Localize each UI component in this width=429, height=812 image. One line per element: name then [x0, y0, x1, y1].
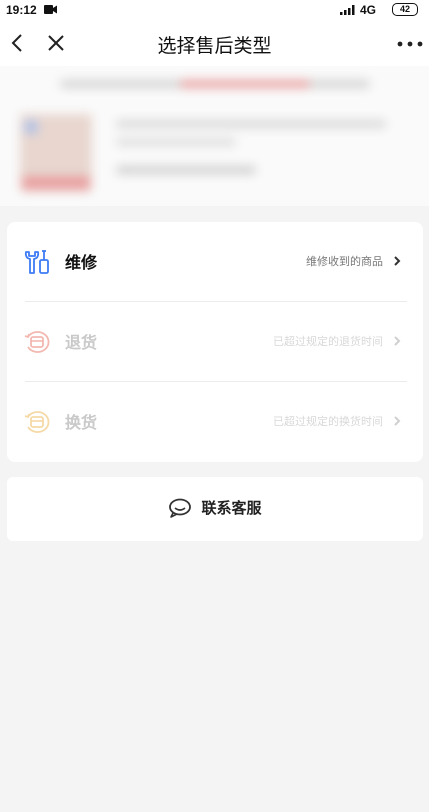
exchange-icon [24, 411, 50, 433]
option-hint: 维修收到的商品 [306, 255, 383, 268]
status-time: 19:12 [6, 3, 37, 17]
signal-icon [340, 5, 355, 15]
contact-service-button[interactable]: 联系客服 [7, 477, 423, 541]
chevron-right-icon [394, 416, 401, 426]
after-sale-options: 维修 维修收到的商品 退货 已超过规定的退货时间 换货 已超过规定的换货时间 [7, 222, 423, 462]
blurred-text [180, 80, 310, 88]
option-hint: 已超过规定的换货时间 [273, 415, 383, 428]
option-return[interactable]: 退货 已超过规定的退货时间 [7, 302, 423, 382]
page-title: 选择售后类型 [157, 35, 272, 57]
blurred-product-info [0, 66, 429, 206]
option-repair[interactable]: 维修 维修收到的商品 [7, 222, 423, 302]
network-type: 4G [360, 3, 377, 17]
option-label: 退货 [65, 333, 98, 352]
product-thumbnail-detail [24, 120, 38, 134]
more-icon[interactable] [397, 41, 423, 47]
product-card [0, 66, 429, 206]
wrench-icon [24, 250, 49, 274]
return-icon [24, 331, 50, 353]
chat-bubble-icon [169, 498, 192, 518]
video-camera-icon [44, 5, 57, 14]
contact-service-content: 联系客服 [7, 497, 423, 521]
blurred-text [116, 166, 256, 174]
product-thumbnail-detail [22, 176, 90, 190]
option-hint: 已超过规定的退货时间 [273, 335, 383, 348]
contact-service-label: 联系客服 [201, 499, 262, 517]
chevron-right-icon [394, 256, 401, 266]
chevron-right-icon [394, 336, 401, 346]
blurred-text [116, 138, 236, 146]
status-bar: 19:12 4G 42 [0, 0, 429, 20]
option-label: 换货 [65, 413, 98, 432]
option-exchange[interactable]: 换货 已超过规定的换货时间 [7, 382, 423, 462]
blurred-text [116, 120, 386, 128]
option-label: 维修 [65, 253, 98, 272]
battery-level: 42 [392, 3, 418, 16]
nav-bar: 选择售后类型 [0, 20, 429, 66]
